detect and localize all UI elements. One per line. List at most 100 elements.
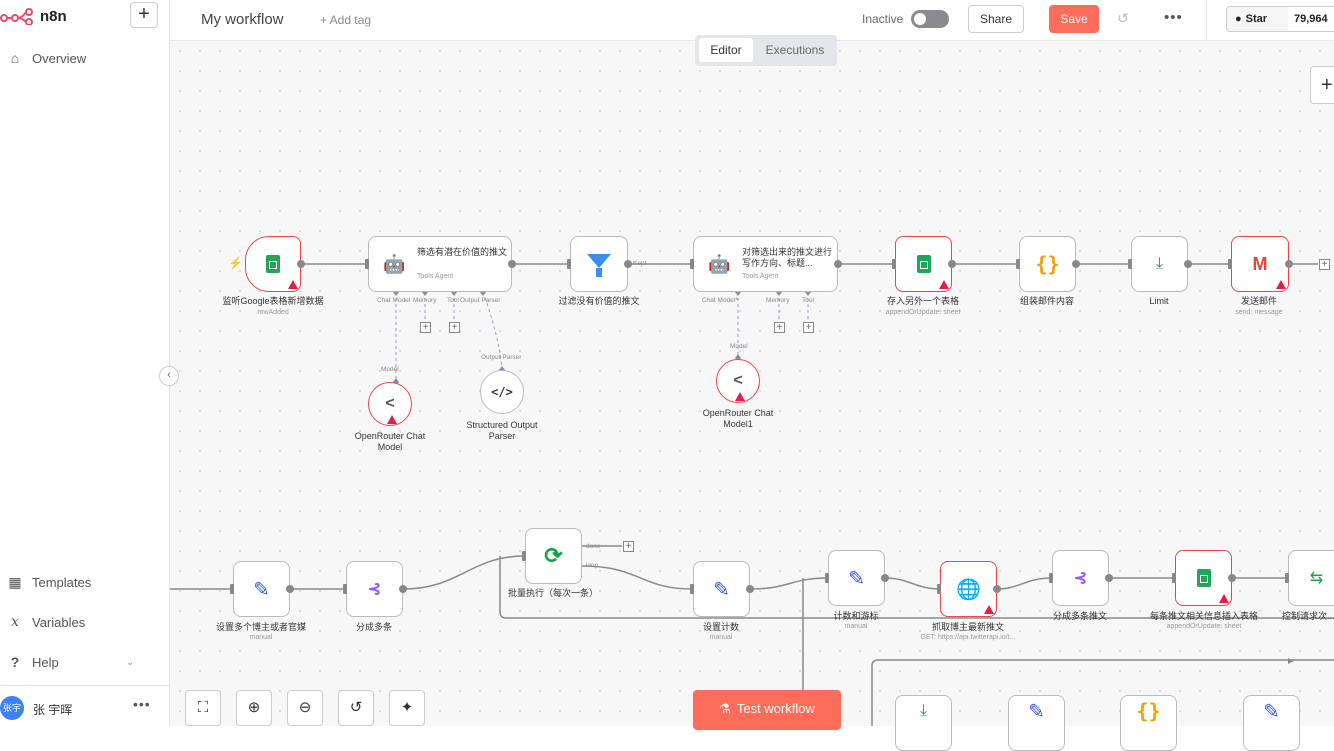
output-port[interactable] <box>834 260 842 268</box>
output-port[interactable] <box>993 585 1001 593</box>
node-switch[interactable]: ⇆ <box>1285 550 1334 606</box>
output-port[interactable] <box>948 260 956 268</box>
add-memory-button[interactable]: + <box>420 322 431 333</box>
input-port[interactable] <box>230 584 234 594</box>
node-count-cursor[interactable]: ✎ <box>825 550 889 606</box>
input-port[interactable] <box>937 584 941 594</box>
add-next-node-button[interactable]: + <box>1319 259 1330 270</box>
output-port[interactable] <box>881 574 889 582</box>
output-port[interactable] <box>1105 574 1113 582</box>
node-partial-code[interactable]: {} <box>1120 695 1177 751</box>
test-workflow-label: Test workflow <box>736 701 815 716</box>
input-port[interactable] <box>690 259 694 269</box>
node-gmail[interactable]: M <box>1228 236 1293 292</box>
zoom-out-button[interactable]: ⊖ <box>287 690 323 726</box>
node-limit[interactable]: ⤓ <box>1128 236 1192 292</box>
port-label: Chat Model* <box>702 297 738 304</box>
more-options-button[interactable]: ••• <box>1164 9 1183 26</box>
tidy-up-button[interactable]: ✦ <box>389 690 425 726</box>
node-split-1[interactable]: ⊰ <box>343 561 407 617</box>
sidebar-item-variables[interactable]: x Variables <box>6 614 85 630</box>
output-port[interactable] <box>297 260 305 268</box>
input-port[interactable] <box>690 584 694 594</box>
github-star-count[interactable]: 79,964 <box>1288 6 1334 32</box>
view-tabs: Editor Executions <box>695 35 837 66</box>
node-openrouter-model-1[interactable]: < <box>368 382 412 426</box>
input-port[interactable] <box>1128 259 1132 269</box>
node-ai-agent-1[interactable]: 🤖 筛选有潜在价值的推文 Tools Agent <box>365 236 516 292</box>
input-port[interactable] <box>1016 259 1020 269</box>
sidebar-item-help[interactable]: ? Help ⌄ <box>6 654 156 670</box>
add-memory-button[interactable]: + <box>774 322 785 333</box>
tab-editor[interactable]: Editor <box>699 38 753 62</box>
input-port[interactable] <box>343 584 347 594</box>
add-next-node-button[interactable]: + <box>623 541 634 552</box>
node-http-request[interactable]: 🌐 <box>937 561 1001 617</box>
node-structured-output-parser[interactable]: </> <box>480 370 524 414</box>
node-loop-batches[interactable]: ⟳ <box>522 528 582 584</box>
history-icon[interactable]: ↺ <box>1117 10 1129 27</box>
output-port[interactable] <box>399 585 407 593</box>
node-subtitle: manual <box>709 634 733 641</box>
save-button[interactable]: Save <box>1049 5 1099 33</box>
add-tag-button[interactable]: + Add tag <box>320 13 371 27</box>
add-tool-button[interactable]: + <box>803 322 814 333</box>
sidebar-item-overview[interactable]: ⌂ Overview <box>6 50 86 66</box>
node-partial-set-2[interactable]: ✎ <box>1243 695 1300 751</box>
output-port[interactable] <box>286 585 294 593</box>
input-port[interactable] <box>892 259 896 269</box>
output-port[interactable] <box>1285 260 1293 268</box>
test-workflow-button[interactable]: ⚗ Test workflow <box>693 690 841 730</box>
input-port[interactable] <box>1172 573 1176 583</box>
workflow-name[interactable]: My workflow <box>201 11 284 28</box>
output-port[interactable] <box>1072 260 1080 268</box>
node-ai-agent-2[interactable]: 🤖 对筛选出来的推文进行写作方向、标题... Tools Agent <box>690 236 842 292</box>
output-port[interactable] <box>508 260 516 268</box>
avatar[interactable]: 张宇 <box>0 696 24 720</box>
warning-icon <box>1219 594 1229 603</box>
node-partial-limit[interactable]: ⤓ <box>895 695 952 751</box>
node-split-2[interactable]: ⊰ <box>1049 550 1113 606</box>
input-port[interactable] <box>1049 573 1053 583</box>
input-port[interactable] <box>825 573 829 583</box>
reset-zoom-button[interactable]: ↺ <box>338 690 374 726</box>
node-google-sheets-append[interactable] <box>892 236 956 292</box>
node-google-sheets-trigger[interactable] <box>245 236 305 292</box>
input-port[interactable] <box>1228 259 1232 269</box>
fit-view-button[interactable]: ⛶ <box>185 690 221 726</box>
input-port[interactable] <box>567 259 571 269</box>
node-code[interactable]: {} <box>1016 236 1080 292</box>
home-icon: ⌂ <box>10 50 20 66</box>
warning-icon <box>1276 280 1286 289</box>
node-label: 每条推文相关信息插入表格 <box>1149 611 1258 621</box>
active-toggle[interactable] <box>911 10 949 28</box>
output-port[interactable] <box>1228 574 1236 582</box>
zoom-in-button[interactable]: ⊕ <box>236 690 272 726</box>
add-tool-button[interactable]: + <box>449 322 460 333</box>
add-node-button[interactable]: + <box>1310 66 1334 104</box>
zoom-in-icon: ⊕ <box>247 699 261 716</box>
sidebar-item-templates[interactable]: ▦ Templates <box>6 574 91 591</box>
input-port[interactable] <box>522 551 526 561</box>
chevron-down-icon: ⌄ <box>126 656 135 668</box>
input-port[interactable] <box>1285 573 1289 583</box>
input-port[interactable] <box>365 259 369 269</box>
node-openrouter-model-2[interactable]: < <box>716 359 760 403</box>
output-port[interactable] <box>624 260 632 268</box>
github-star-button[interactable]: ● Star <box>1226 6 1290 32</box>
node-partial-set[interactable]: ✎ <box>1008 695 1065 751</box>
output-port[interactable] <box>1184 260 1192 268</box>
brand[interactable]: n8n <box>0 3 67 29</box>
tab-executions[interactable]: Executions <box>757 38 833 62</box>
user-menu-button[interactable]: ••• <box>133 696 151 712</box>
node-google-sheets-insert[interactable] <box>1172 550 1236 606</box>
undo-icon: ↺ <box>349 699 363 716</box>
share-button[interactable]: Share <box>968 5 1024 33</box>
node-set-count[interactable]: ✎ <box>690 561 754 617</box>
sidebar-add-button[interactable]: + <box>130 2 158 28</box>
output-port[interactable] <box>746 585 754 593</box>
node-filter[interactable] <box>567 236 632 292</box>
collapse-sidebar-button[interactable]: ‹ <box>159 366 179 386</box>
node-label: 计数和游标 <box>833 611 879 621</box>
node-set-bloggers[interactable]: ✎ <box>230 561 294 617</box>
